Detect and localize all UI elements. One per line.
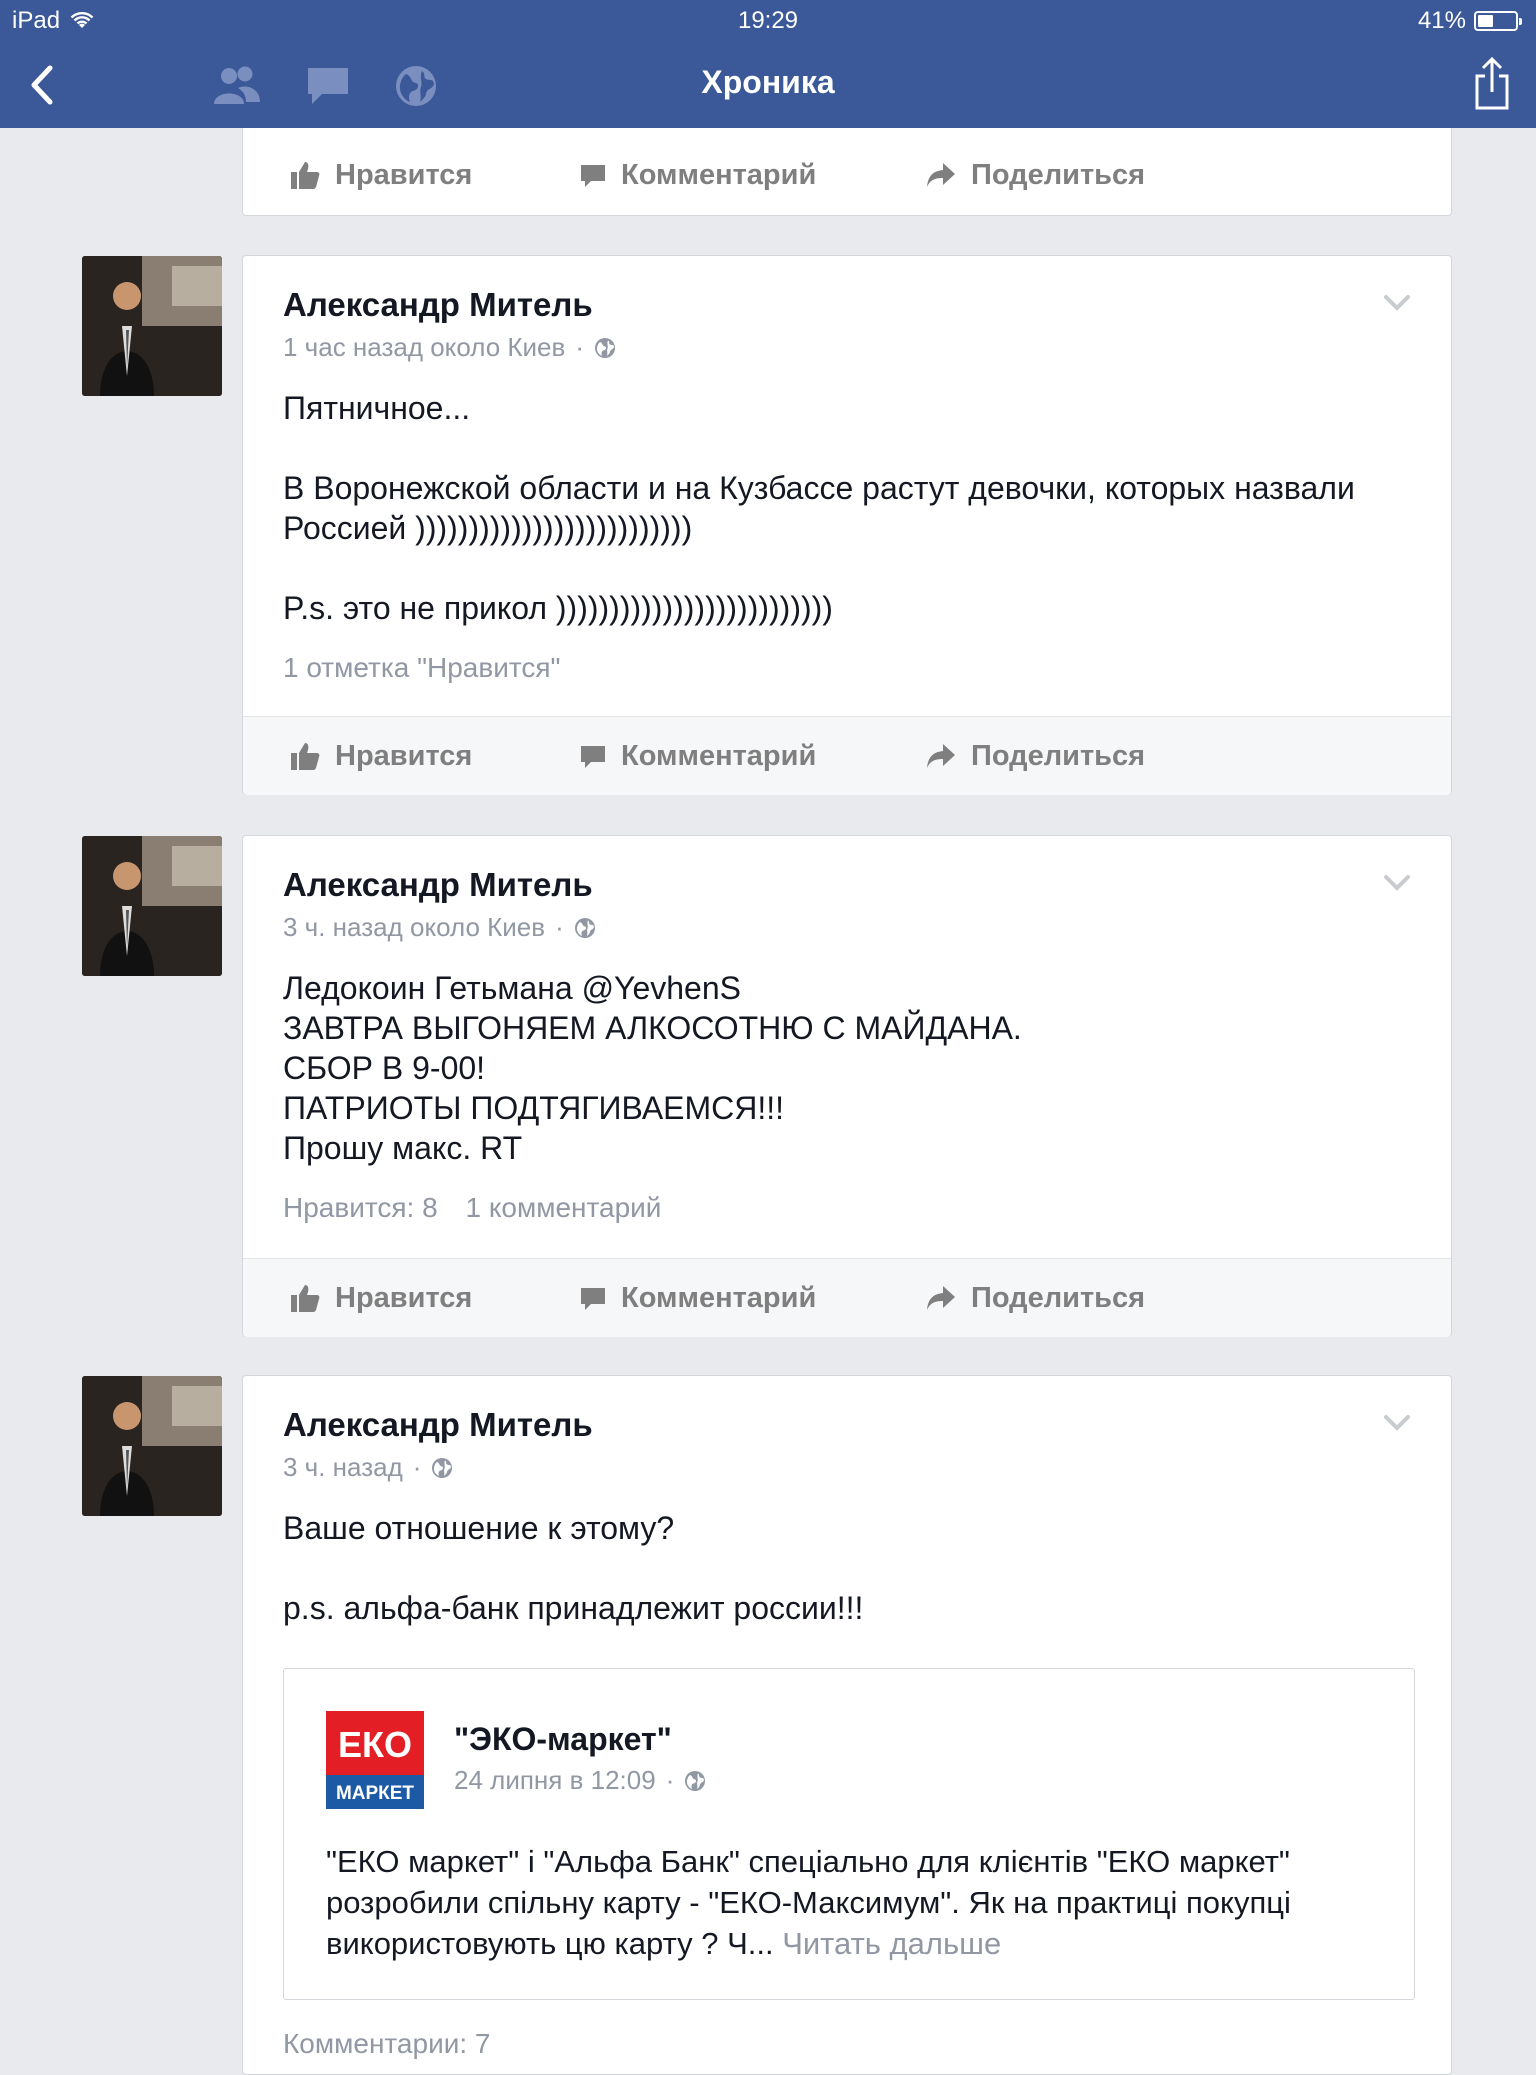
shared-post[interactable]: ЕКО МАРКЕТ "ЭКО-маркет" 24 липня в 12:09… <box>283 1668 1415 2000</box>
post-author[interactable]: Александр Митель <box>283 286 593 324</box>
post-author[interactable]: Александр Митель <box>283 866 593 904</box>
like-label: Нравится <box>335 158 473 191</box>
likes-count[interactable]: Нравится: 8 <box>283 1192 438 1223</box>
comment-label: Комментарий <box>621 158 817 191</box>
logo-text-top: ЕКО <box>338 1724 412 1765</box>
comments-count[interactable]: Комментарии: 7 <box>283 2028 490 2059</box>
action-bar: Нравится Комментарий Поделиться <box>243 1258 1451 1337</box>
action-bar: Нравится Комментарий Поделиться <box>243 136 1451 214</box>
shared-meta: 24 липня в 12:09 · <box>454 1765 706 1796</box>
like-button[interactable]: Нравится <box>289 1259 472 1337</box>
share-arrow-icon <box>927 1286 955 1310</box>
like-label: Нравится <box>335 1281 473 1314</box>
post-card: Александр Митель 1 час назад около Киев … <box>242 255 1452 795</box>
read-more-link[interactable]: Читать дальше <box>782 1926 1001 1961</box>
profile-photo <box>82 836 222 976</box>
likes-count[interactable]: 1 отметка "Нравится" <box>283 652 561 683</box>
post-timestamp[interactable]: 3 ч. назад около Киев <box>283 912 545 943</box>
share-button[interactable] <box>1472 56 1512 117</box>
comment-button[interactable]: Комментарий <box>579 136 816 214</box>
like-button[interactable]: Нравится <box>289 717 472 795</box>
clock: 19:29 <box>737 7 799 34</box>
eko-market-logo: ЕКО МАРКЕТ <box>326 1711 424 1809</box>
meta-separator: · <box>575 332 584 362</box>
nav-bar: Хроника <box>0 42 1536 128</box>
share-label: Поделиться <box>971 1281 1146 1314</box>
comment-label: Комментарий <box>621 1281 817 1314</box>
comment-button[interactable]: Комментарий <box>579 1259 816 1337</box>
share-arrow-icon <box>927 744 955 768</box>
chevron-down-icon[interactable] <box>1383 1414 1411 1432</box>
comment-icon <box>581 746 605 768</box>
post-stats: Комментарии: 7 <box>283 2028 490 2060</box>
avatar[interactable] <box>82 836 222 976</box>
comment-icon <box>581 1288 605 1310</box>
profile-photo <box>82 256 222 396</box>
chevron-down-icon[interactable] <box>1383 874 1411 892</box>
post-meta: 1 час назад около Киев · <box>283 332 616 363</box>
post-stats: 1 отметка "Нравится" <box>283 652 561 684</box>
avatar[interactable] <box>82 1376 222 1516</box>
public-globe-icon <box>595 337 615 358</box>
public-globe-icon <box>432 1457 453 1478</box>
share-post-button[interactable]: Поделиться <box>925 1259 1145 1337</box>
comment-button[interactable]: Комментарий <box>579 717 816 795</box>
chevron-down-icon[interactable] <box>1383 294 1411 312</box>
post-author[interactable]: Александр Митель <box>283 1406 593 1444</box>
post-meta: 3 ч. назад около Киев · <box>283 912 596 943</box>
share-icon <box>1475 56 1509 110</box>
action-bar: Нравится Комментарий Поделиться <box>243 716 1451 795</box>
like-button[interactable]: Нравится <box>289 136 472 214</box>
post-card: Александр Митель 3 ч. назад · Ваше отнош… <box>242 1375 1452 2075</box>
post-text: Ледокоин Гетьмана @YevhenS ЗАВТРА ВЫГОНЯ… <box>283 970 1022 1166</box>
battery-icon <box>1474 11 1522 31</box>
thumbs-up-icon <box>291 1285 320 1312</box>
thumbs-up-icon <box>291 743 320 770</box>
shared-author[interactable]: "ЭКО-маркет" <box>454 1721 672 1758</box>
post-text: Ваше отношение к этому? p.s. альфа-банк … <box>283 1510 864 1626</box>
share-arrow-icon <box>927 163 955 187</box>
post-meta: 3 ч. назад · <box>283 1452 453 1483</box>
share-post-button[interactable]: Поделиться <box>925 136 1145 214</box>
post-text: Пятничное... В Воронежской области и на … <box>283 390 1355 626</box>
post-card-previous: Нравится Комментарий Поделиться <box>242 128 1452 216</box>
status-bar: iPad 19:29 41% <box>0 0 1536 42</box>
shared-timestamp[interactable]: 24 липня в 12:09 <box>454 1765 656 1796</box>
comment-icon <box>581 165 605 187</box>
post-stats: Нравится: 8 1 комментарий <box>283 1192 661 1224</box>
page-title: Хроника <box>701 64 835 100</box>
comments-count[interactable]: 1 комментарий <box>465 1192 661 1223</box>
profile-photo <box>82 1376 222 1516</box>
post-card: Александр Митель 3 ч. назад около Киев ·… <box>242 835 1452 1337</box>
comment-label: Комментарий <box>621 739 817 772</box>
meta-separator: · <box>555 912 564 942</box>
like-label: Нравится <box>335 739 473 772</box>
thumbs-up-icon <box>291 162 320 189</box>
battery-percent: 41% <box>1417 7 1466 34</box>
meta-separator: · <box>665 1765 675 1795</box>
share-label: Поделиться <box>971 158 1146 191</box>
meta-separator: · <box>412 1452 422 1482</box>
battery-fill <box>1478 15 1493 27</box>
post-timestamp[interactable]: 3 ч. назад <box>283 1452 403 1483</box>
share-post-button[interactable]: Поделиться <box>925 717 1145 795</box>
logo-text-bottom: МАРКЕТ <box>336 1783 414 1804</box>
public-globe-icon <box>685 1770 706 1791</box>
avatar[interactable] <box>82 256 222 396</box>
share-label: Поделиться <box>971 739 1146 772</box>
post-timestamp[interactable]: 1 час назад около Киев <box>283 332 565 363</box>
public-globe-icon <box>574 917 595 938</box>
shared-text: "ЕКО маркет" і "Альфа Банк" спеціально д… <box>326 1841 1386 1964</box>
